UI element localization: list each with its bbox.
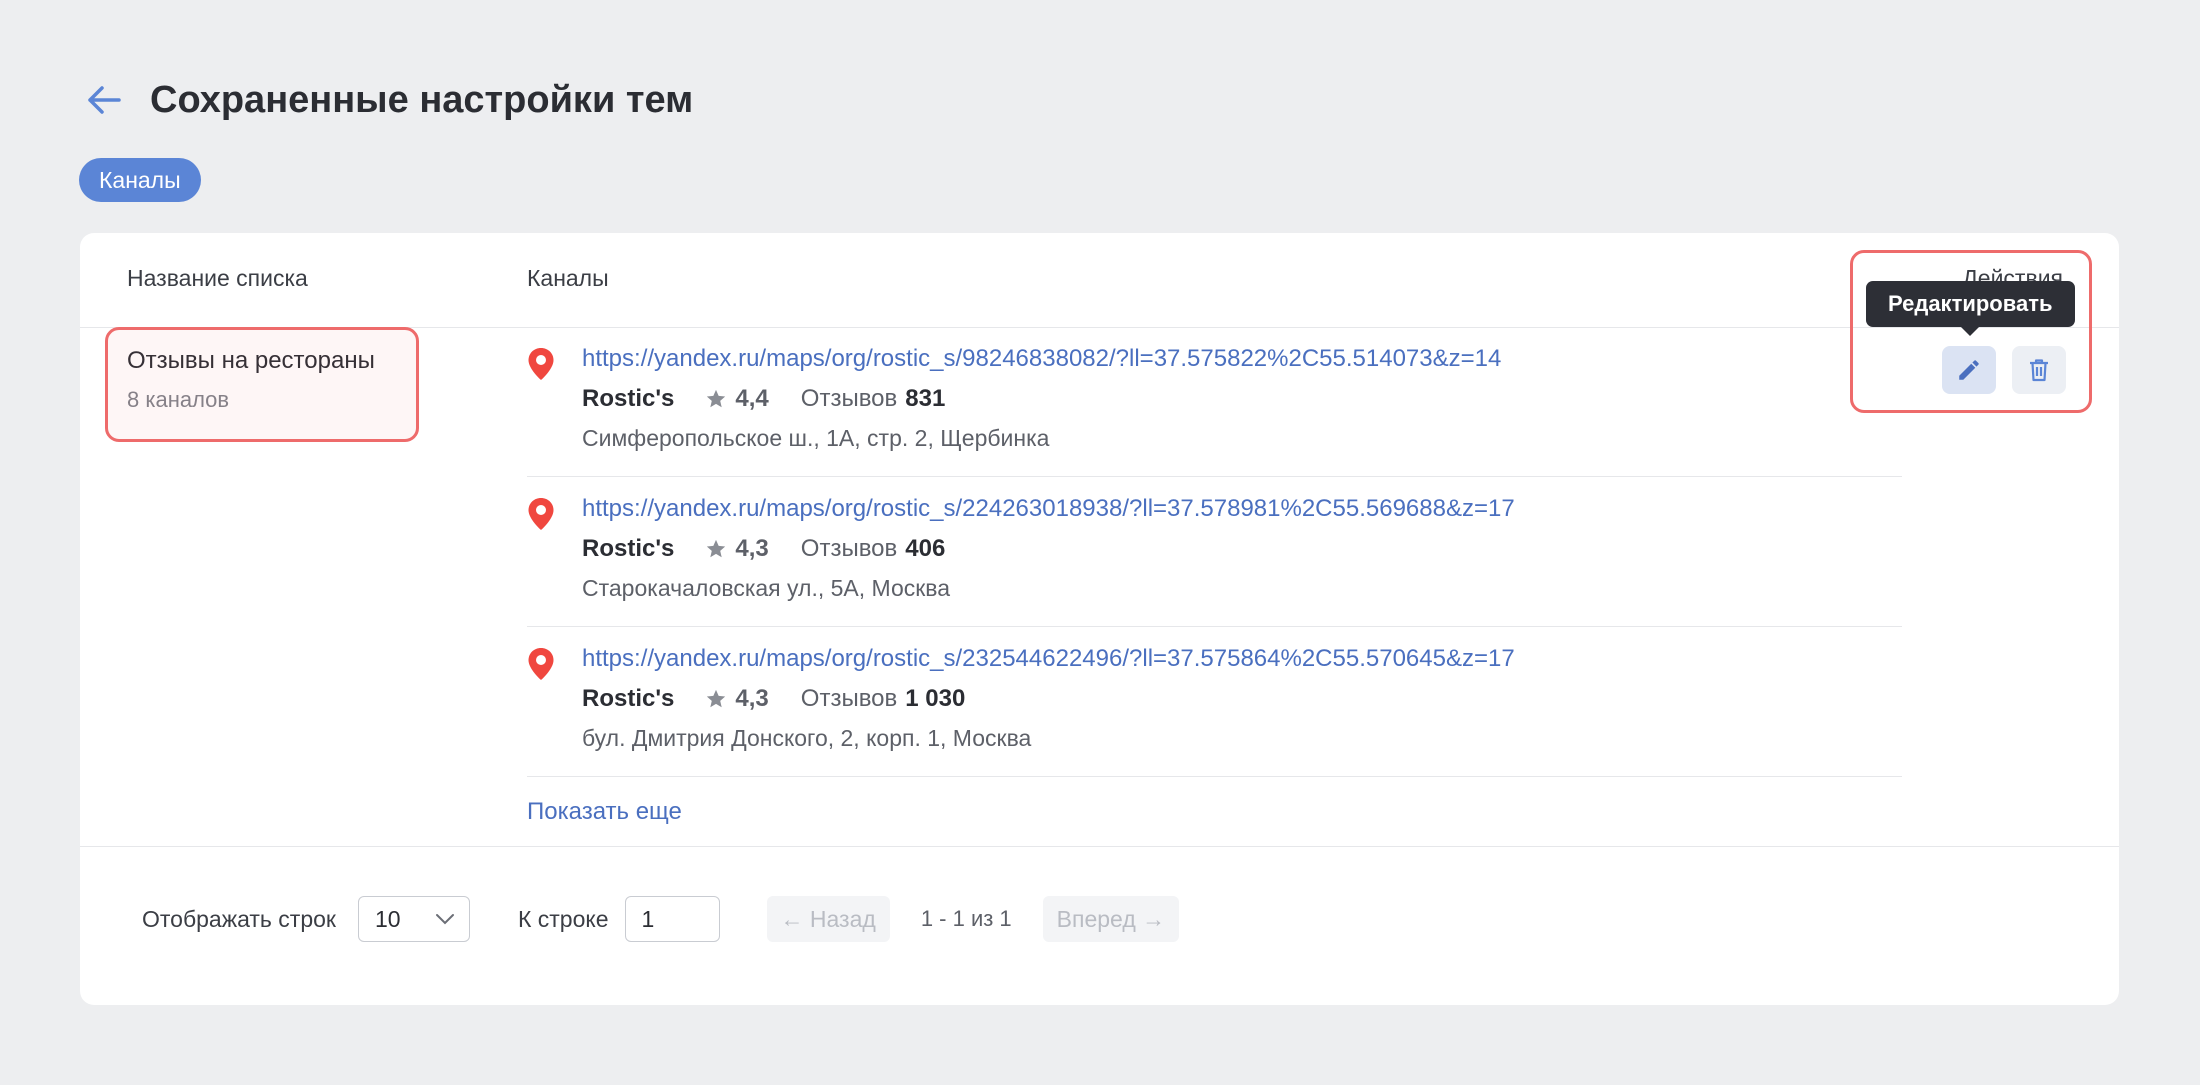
saved-settings-card: Название списка Каналы Действия Отзывы н… <box>80 233 2119 1005</box>
channel-item: https://yandex.ru/maps/org/rostic_s/9824… <box>527 327 1902 477</box>
channel-name: Rostic's <box>582 535 675 562</box>
star-icon <box>707 539 726 558</box>
channel-address: бул. Дмитрия Донского, 2, корп. 1, Москв… <box>582 725 1032 751</box>
channel-link[interactable]: https://yandex.ru/maps/org/rostic_s/2242… <box>582 495 1515 523</box>
map-pin-icon <box>528 498 554 530</box>
channel-link[interactable]: https://yandex.ru/maps/org/rostic_s/2325… <box>582 645 1515 673</box>
reviews-label: Отзывов <box>800 685 898 712</box>
channel-list: https://yandex.ru/maps/org/rostic_s/9824… <box>527 327 1902 777</box>
delete-button[interactable] <box>2012 346 2066 394</box>
prev-page-button[interactable]: ← Назад <box>766 896 890 942</box>
edit-button[interactable] <box>1942 346 1996 394</box>
channel-address: Старокачаловская ул., 5А, Москва <box>582 575 951 601</box>
list-title: Отзывы на рестораны <box>127 347 375 374</box>
goto-row-label: К строке <box>517 905 609 932</box>
page-header: Сохраненные настройки тем <box>80 72 693 128</box>
map-pin-icon <box>528 348 554 380</box>
chevron-down-icon <box>435 914 454 925</box>
trash-icon <box>2030 359 2048 382</box>
rows-per-page-value: 10 <box>374 905 401 932</box>
edit-tooltip: Редактировать <box>1866 281 2075 336</box>
show-more-link[interactable]: Показать еще <box>527 798 682 826</box>
channel-rating: 4,3 <box>735 685 769 712</box>
map-pin-icon <box>528 648 554 680</box>
rows-per-page-select[interactable]: 10 <box>357 896 470 942</box>
reviews-count: 1 030 <box>905 685 966 712</box>
channel-meta: Rostic's 4,4 Отзывов 831 <box>582 385 945 413</box>
footer-divider <box>80 846 2119 847</box>
rows-per-page-label: Отображать строк <box>142 905 336 932</box>
channel-item: https://yandex.ru/maps/org/rostic_s/2325… <box>527 627 1902 777</box>
channel-address: Симферопольское ш., 1А, стр. 2, Щербинка <box>582 425 1050 451</box>
reviews-label: Отзывов <box>800 385 898 412</box>
page-info: 1 - 1 из 1 <box>920 906 1012 931</box>
channel-link[interactable]: https://yandex.ru/maps/org/rostic_s/9824… <box>582 345 1501 373</box>
channel-name: Rostic's <box>582 685 675 712</box>
column-header-channels: Каналы <box>527 265 609 291</box>
channel-name: Rostic's <box>582 385 675 412</box>
page-title: Сохраненные настройки тем <box>150 78 694 121</box>
channel-item: https://yandex.ru/maps/org/rostic_s/2242… <box>527 477 1902 627</box>
reviews-count: 406 <box>905 535 946 562</box>
reviews-count: 831 <box>905 385 946 412</box>
pagination-bar: Отображать строк 10 К строке ← Назад 1 -… <box>142 895 1180 943</box>
arrow-left-icon[interactable] <box>80 76 128 124</box>
channel-rating: 4,3 <box>735 535 769 562</box>
channel-rating: 4,4 <box>735 385 769 412</box>
goto-row-input[interactable] <box>624 896 720 942</box>
list-channel-count: 8 каналов <box>127 387 230 412</box>
channel-meta: Rostic's 4,3 Отзывов 406 <box>582 535 945 563</box>
next-page-button[interactable]: Вперед → <box>1042 896 1180 942</box>
list-name-cell: Отзывы на рестораны 8 каналов <box>127 347 375 413</box>
star-icon <box>707 689 726 708</box>
filter-tag-channels[interactable]: Каналы <box>79 158 201 202</box>
star-icon <box>707 389 726 408</box>
pencil-icon <box>1959 360 1979 380</box>
channel-meta: Rostic's 4,3 Отзывов 1 030 <box>582 685 965 713</box>
reviews-label: Отзывов <box>800 535 898 562</box>
column-header-name: Название списка <box>127 265 308 291</box>
